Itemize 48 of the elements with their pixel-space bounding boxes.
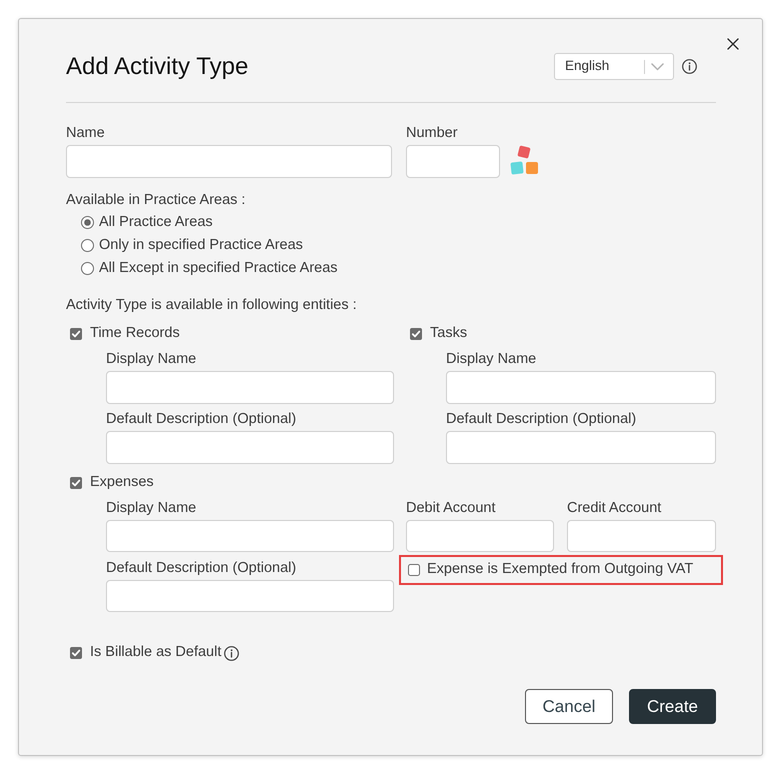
input-field[interactable] [446, 431, 716, 464]
field-label: Credit Account [567, 499, 662, 518]
radio-label[interactable]: All Practice Areas [99, 212, 213, 234]
close-icon [727, 38, 739, 50]
section-label: Available in Practice Areas : [66, 191, 246, 210]
section-label: Activity Type is available in following entities : [66, 296, 358, 315]
field-label: Default Description (Optional) [446, 410, 638, 429]
checkbox[interactable] [70, 647, 82, 659]
info-icon[interactable] [224, 646, 240, 660]
chevron-down-icon [651, 62, 664, 70]
input-field[interactable] [106, 580, 394, 612]
input-field[interactable] [106, 520, 394, 552]
dialog-title: Add Activity Type [66, 52, 250, 80]
input-field[interactable] [406, 520, 554, 552]
checkbox-label[interactable]: Expenses [90, 472, 154, 494]
radio-button[interactable] [81, 262, 94, 275]
checkbox[interactable] [408, 564, 420, 576]
radio-label[interactable]: All Except in specified Practice Areas [99, 258, 338, 280]
checkbox[interactable] [70, 477, 82, 489]
radio-button[interactable] [81, 216, 94, 229]
input-field[interactable] [106, 431, 394, 464]
field-label: Debit Account [406, 499, 496, 518]
checkbox-label[interactable]: Expense is Exempted from Outgoing VAT [427, 559, 694, 581]
checkbox[interactable] [70, 328, 82, 340]
input-field[interactable] [406, 145, 500, 178]
field-label: Name [66, 124, 106, 143]
field-label: Number [406, 124, 459, 143]
radio-label[interactable]: Only in specified Practice Areas [99, 234, 303, 256]
info-icon[interactable] [682, 59, 697, 74]
input-field[interactable] [446, 371, 716, 404]
field-label: Default Description (Optional) [106, 559, 298, 578]
checkbox-label[interactable]: Is Billable as Default [90, 642, 222, 664]
radio-button[interactable] [81, 239, 94, 252]
field-label: Display Name [446, 350, 538, 369]
cancel-button[interactable]: Cancel [525, 689, 613, 724]
close-button[interactable] [726, 37, 740, 51]
create-button[interactable]: Create [629, 689, 716, 724]
checkbox-label[interactable]: Tasks [430, 323, 468, 345]
input-field[interactable] [106, 371, 394, 404]
input-field[interactable] [567, 520, 716, 552]
blocks-icon[interactable] [510, 145, 540, 176]
field-label: Display Name [106, 499, 198, 518]
language-dropdown[interactable]: English [554, 53, 674, 80]
checkbox[interactable] [410, 328, 422, 340]
checkbox-label[interactable]: Time Records [90, 323, 180, 345]
field-label: Display Name [106, 350, 198, 369]
field-label: Default Description (Optional) [106, 410, 298, 429]
input-field[interactable] [66, 145, 392, 178]
